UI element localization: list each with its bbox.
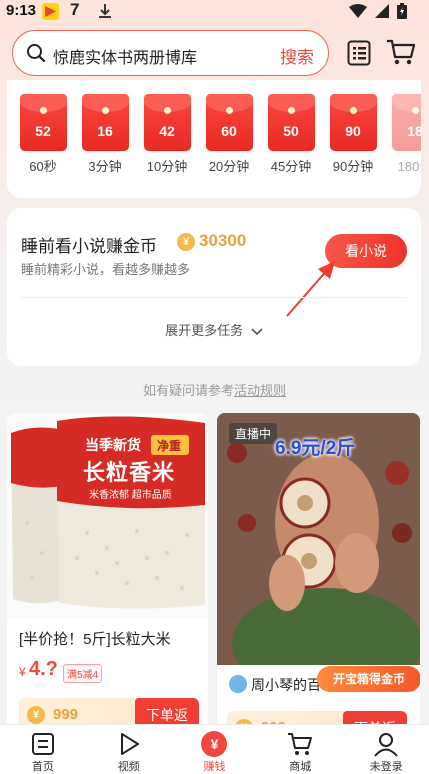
envelope-label: 10分钟 [146,159,188,174]
rules-link[interactable]: 活动规则 [234,383,286,398]
search-input[interactable]: 惊鹿实体书两册博库 搜索 [12,30,329,76]
nav-label: 首页 [31,761,54,773]
wifi-icon [349,4,367,18]
battery-icon [397,3,407,19]
reading-reward-card: 52 60秒 16 3分钟 42 10分钟 60 20分钟 50 45分钟 90… [7,80,421,198]
bag-top-text: 当季新货 [85,437,141,453]
play-icon [120,733,139,755]
pointer-arrow-icon [286,261,335,317]
envelope-label: 45分钟 [270,159,312,174]
envelope-value: 42 [159,123,175,139]
user-icon [374,733,398,757]
rules-notice: 如有疑问请参考活动规则 [0,380,429,399]
nav-profile[interactable]: 未登录 [343,725,429,774]
reward-envelope[interactable]: 18 180分 [391,94,421,175]
expand-more-label: 展开更多任务 [165,323,244,338]
search-icon [27,44,46,63]
status-time: 9:13 [6,2,37,19]
nav-label: 商城 [289,761,312,773]
task-subtitle: 睡前精彩小说，看越多赚越多 [21,262,191,277]
bag-sub: 米香浓郁 超市品质 [89,490,172,501]
red-envelope-icon: 60 [205,94,253,151]
envelope-value: 18 [407,123,421,139]
coin-icon: ¥ [177,233,195,251]
envelope-label: 60秒 [29,159,57,174]
envelope-label: 20分钟 [208,159,250,174]
cart-icon [288,733,313,755]
envelope-value: 52 [35,123,51,139]
reward-envelope[interactable]: 90 90分钟 [329,94,377,175]
reward-envelope[interactable]: 42 10分钟 [143,94,191,175]
home-icon [31,733,54,755]
chevron-down-icon [251,327,263,335]
reward-envelope[interactable]: 16 3分钟 [81,94,129,175]
task-card: 睡前看小说赚金币 ¥ 30300 睡前精彩小说，看越多赚越多 看小说 展开更多任… [7,208,421,366]
envelope-label: 3分钟 [88,159,122,174]
nav-earn[interactable]: ¥ 赚钱 [172,725,258,774]
bag-badge: 净重 [157,439,182,453]
search-query: 惊鹿实体书两册博库 [53,50,198,67]
nav-label: 视频 [117,761,140,773]
nav-mall[interactable]: 商城 [257,725,343,774]
envelope-value: 16 [97,123,113,139]
status-bar: 9:13 7 [0,0,429,24]
product-card-rice[interactable]: 当季新货 净重 长粒香米 米香浓郁 超市品质 [半价抢！5斤]长粒大米 ¥ 4.… [7,413,208,733]
streamer-avatar [229,675,247,693]
nav-label: 未登录 [369,761,403,773]
envelope-value: 50 [283,123,299,139]
bottom-nav: 首页 视频 ¥ 赚钱 商城 未登录 [0,724,429,774]
price-value: 4.? [29,658,58,680]
product-card-live[interactable]: 直播中 6.9元/2斤 周小琴的百 ¥ 999 下单返 开宝箱得金币 [217,413,420,733]
nav-label: 赚钱 [203,761,226,773]
streamer-name: 周小琴的百 [251,677,321,693]
task-title: 睡前看小说赚金币 [21,237,157,256]
search-button[interactable]: 搜索 [280,43,314,68]
reward-envelope[interactable]: 50 45分钟 [267,94,315,175]
task-coin-amount: 30300 [199,231,247,250]
promo-badge: 满5减4 [63,664,103,683]
live-price: 6.9元/2斤 [275,438,356,459]
bag-name: 长粒香米 [83,460,176,485]
money-icon: ¥ [201,731,228,757]
signal-icon [375,4,389,18]
live-badge: 直播中 [229,423,278,444]
coin-reward-amount: 999 [53,706,79,723]
red-envelope-icon: 50 [267,94,315,151]
nav-home[interactable]: 首页 [0,725,86,774]
envelope-value: 60 [221,123,237,139]
coin-icon: ¥ [27,706,45,724]
expand-more-tasks[interactable]: 展开更多任务 [7,320,421,339]
envelope-label: 90分钟 [332,159,374,174]
red-envelope-icon: 16 [81,94,129,151]
download-icon [99,4,111,18]
red-envelope-icon: 90 [329,94,377,151]
reward-envelope[interactable]: 52 60秒 [19,94,67,175]
price-symbol: ¥ [19,665,26,679]
red-envelope-icon: 42 [143,94,191,151]
product-title: [半价抢！5斤]长粒大米 [19,631,171,648]
envelope-label: 180分 [397,159,421,174]
treasure-chest-button[interactable]: 开宝箱得金币 [317,666,420,692]
divider [21,297,407,298]
reward-envelope[interactable]: 60 20分钟 [205,94,253,175]
list-icon[interactable] [347,40,371,66]
nav-video[interactable]: 视频 [86,725,172,774]
cart-icon[interactable] [386,38,416,66]
envelope-value: 90 [345,123,361,139]
rules-prefix: 如有疑问请参考 [142,383,234,398]
red-envelope-icon: 18 [391,94,421,151]
red-envelope-icon: 52 [19,94,67,151]
status-seven-icon: 7 [70,0,80,19]
app-logo-icon [42,3,59,20]
